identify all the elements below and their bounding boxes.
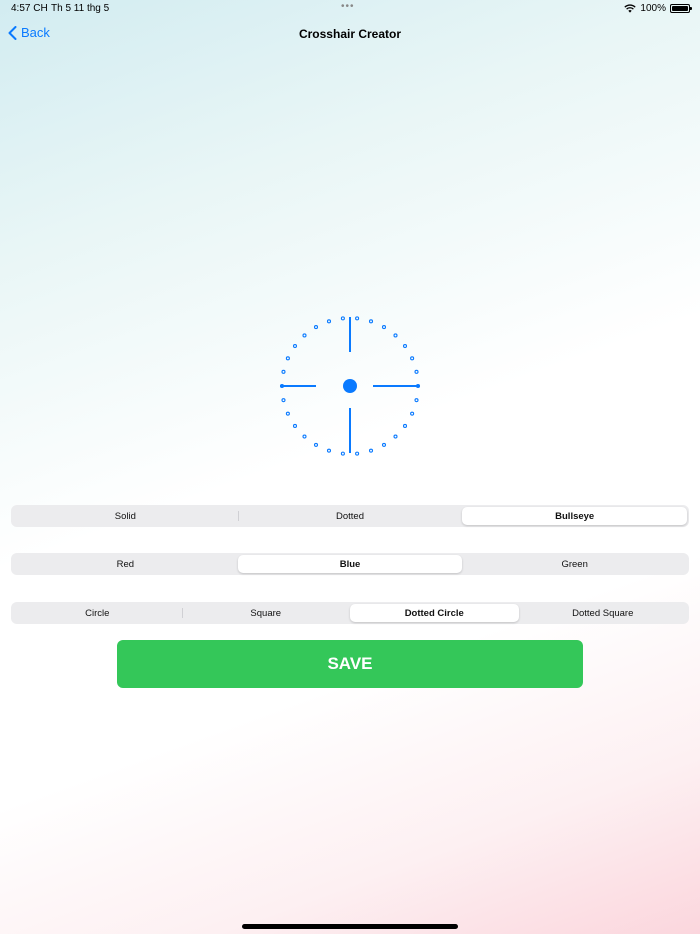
shape-control: Circle Square Dotted Circle Dotted Squar… (11, 602, 689, 624)
frame-dot (340, 316, 345, 321)
segment-bullseye[interactable]: Bullseye (462, 507, 688, 525)
navigation-bar: Back Crosshair Creator (0, 20, 700, 48)
frame-dot (292, 343, 298, 349)
frame-dot (326, 448, 332, 453)
frame-dot (281, 398, 286, 403)
segment-solid[interactable]: Solid (13, 507, 238, 525)
frame-dot (393, 333, 398, 338)
frame-dot (313, 325, 319, 330)
frame-dot (281, 369, 286, 374)
bullseye-center-dot (343, 379, 357, 393)
frame-dot (393, 434, 398, 439)
frame-dot (414, 398, 419, 403)
crosshair-preview (279, 316, 421, 456)
frame-dot (381, 325, 387, 330)
page-title: Crosshair Creator (298, 27, 402, 41)
segment-green[interactable]: Green (462, 555, 687, 573)
frame-dot (285, 411, 290, 416)
segment-circle[interactable]: Circle (13, 604, 182, 622)
frame-dot (402, 423, 408, 429)
home-indicator[interactable] (242, 924, 458, 929)
wifi-icon (624, 4, 637, 13)
frame-dot (355, 316, 360, 321)
segment-red[interactable]: Red (13, 555, 238, 573)
frame-dot (302, 434, 307, 439)
segment-dotted-circle[interactable]: Dotted Circle (350, 604, 519, 622)
battery-icon (670, 4, 692, 13)
segment-dotted-square[interactable]: Dotted Square (519, 604, 688, 622)
frame-dot (402, 343, 408, 349)
status-bar: 4:57 CH Th 5 11 thg 5 ••• 100% (0, 0, 700, 18)
crosshair-style-control: Solid Dotted Bullseye (11, 505, 689, 527)
frame-dot (368, 319, 374, 324)
frame-dot (326, 319, 332, 324)
battery-percent: 100% (640, 3, 666, 14)
frame-dot (302, 333, 307, 338)
segment-dotted[interactable]: Dotted (237, 507, 463, 525)
frame-dot (340, 451, 345, 456)
frame-dot (285, 356, 290, 361)
status-date: Th 5 11 thg 5 (51, 3, 110, 14)
frame-dot (414, 369, 419, 374)
frame-dot (381, 442, 387, 447)
status-time: 4:57 CH (11, 3, 48, 14)
color-control: Red Blue Green (11, 553, 689, 575)
segment-square[interactable]: Square (181, 604, 351, 622)
frame-dot (368, 448, 374, 453)
frame-dot (313, 442, 319, 447)
multitasking-dots-icon[interactable]: ••• (341, 1, 355, 12)
save-button[interactable]: SAVE (117, 640, 583, 688)
frame-dot (410, 411, 415, 416)
frame-dot (292, 423, 298, 429)
frame-dot (355, 451, 360, 456)
segment-blue[interactable]: Blue (237, 555, 463, 573)
status-right: 100% (624, 3, 692, 14)
frame-dot (410, 356, 415, 361)
